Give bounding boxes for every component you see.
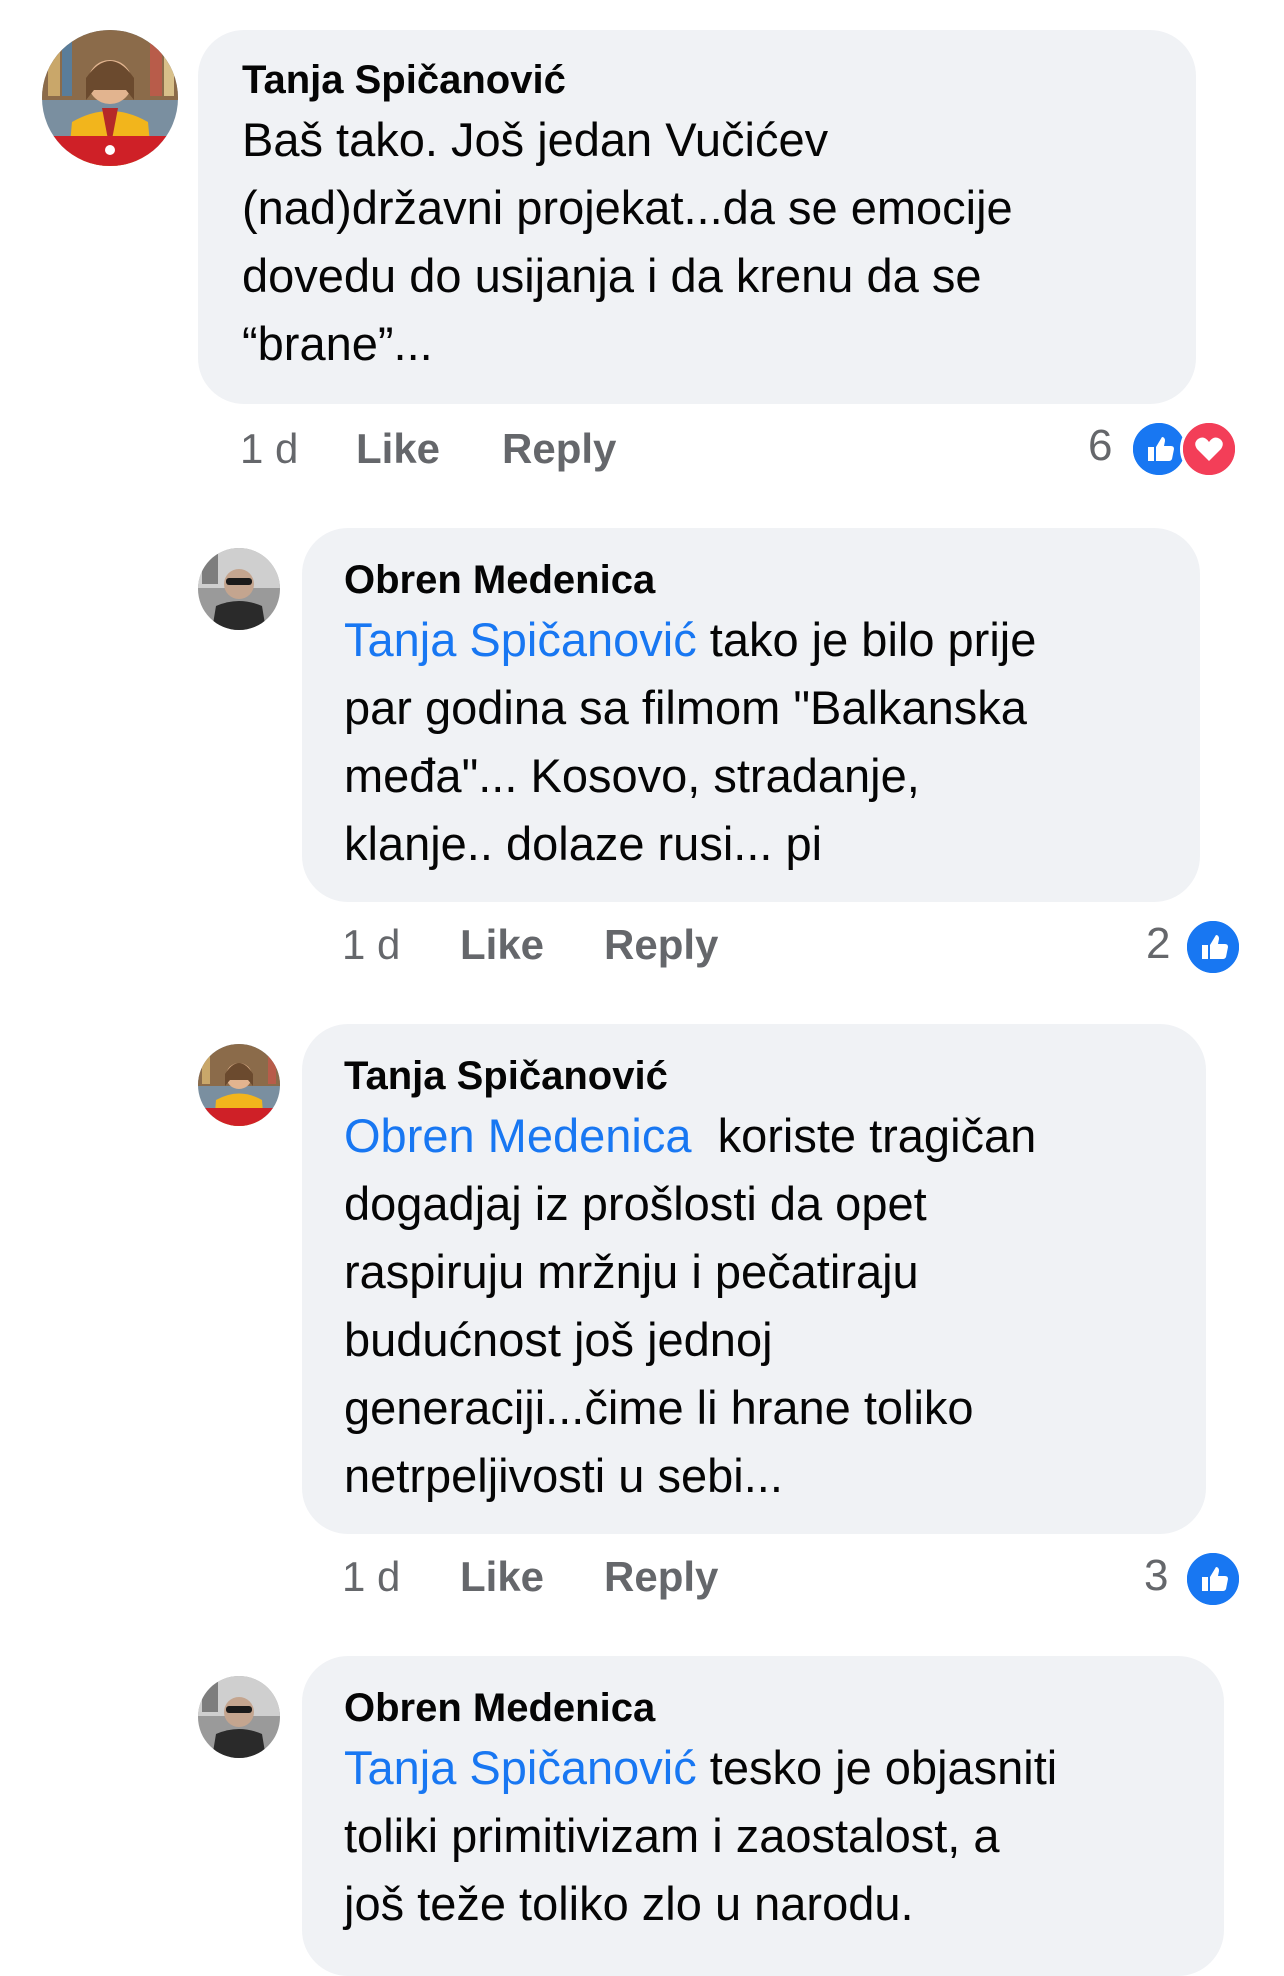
comment-text: Baš tako. Još jedan Vučićev (nad)državni… xyxy=(242,106,1196,378)
comment-bubble: Tanja Spičanović Obren Medenica koriste … xyxy=(302,1024,1206,1534)
comment-actions: 1 d Like Reply xyxy=(342,920,1042,970)
comment-timestamp[interactable]: 1 d xyxy=(240,424,298,474)
like-icon xyxy=(1184,1550,1242,1608)
comment-line: Tanja Spičanović tesko je objasniti xyxy=(344,1734,1224,1802)
like-button[interactable]: Like xyxy=(460,1552,544,1602)
reactions-summary[interactable]: 6 xyxy=(1086,418,1246,478)
mention-link[interactable]: Obren Medenica xyxy=(344,1109,691,1162)
comment-timestamp[interactable]: 1 d xyxy=(342,1552,400,1602)
comment-author[interactable]: Tanja Spičanović xyxy=(344,1052,1206,1100)
comment-line: Obren Medenica koriste tragičan xyxy=(344,1102,1206,1170)
comment-timestamp[interactable]: 1 d xyxy=(342,920,400,970)
mention-link[interactable]: Tanja Spičanović xyxy=(344,1741,697,1794)
comment-line-rest: tesko je objasniti xyxy=(696,1741,1058,1794)
comment-text: Tanja Spičanović tesko je objasniti toli… xyxy=(344,1734,1224,1938)
comment-line: par godina sa filmom "Balkanska xyxy=(344,681,1027,734)
comment-author[interactable]: Obren Medenica xyxy=(344,1684,1224,1732)
comment-text: Tanja Spičanović tako je bilo prije par … xyxy=(344,606,1200,878)
comment-line: generaciji...čime li hrane toliko xyxy=(344,1381,974,1434)
reply-button[interactable]: Reply xyxy=(604,920,718,970)
avatar[interactable] xyxy=(198,1044,280,1126)
comment-text: Obren Medenica koriste tragičan dogadjaj… xyxy=(344,1102,1206,1510)
comment-bubble: Obren Medenica Tanja Spičanović tesko je… xyxy=(302,1656,1224,1976)
comment-author[interactable]: Obren Medenica xyxy=(344,556,1200,604)
comment-line: dogadjaj iz prošlosti da opet xyxy=(344,1177,927,1230)
comment-line: klanje.. dolaze rusi... pi xyxy=(344,817,823,870)
reactions-summary[interactable]: 3 xyxy=(1140,1548,1250,1608)
comment-line: Tanja Spičanović tako je bilo prije xyxy=(344,606,1200,674)
comment-author[interactable]: Tanja Spičanović xyxy=(242,56,1196,104)
reaction-count: 3 xyxy=(1144,1551,1169,1600)
comment-actions: 1 d Like Reply xyxy=(342,1552,1042,1602)
mention-link[interactable]: Tanja Spičanović xyxy=(344,613,697,666)
comment-line: Baš tako. Još jedan Vučićev xyxy=(242,113,829,166)
like-icon xyxy=(1184,918,1242,976)
reply-button[interactable]: Reply xyxy=(604,1552,718,1602)
comment-line: još teže toliko zlo u narodu. xyxy=(344,1877,914,1930)
comment-line: toliki primitivizam i zaostalost, a xyxy=(344,1809,1000,1862)
comment-bubble: Tanja Spičanović Baš tako. Još jedan Vuč… xyxy=(198,30,1196,404)
reply-button[interactable]: Reply xyxy=(502,424,616,474)
comment-actions: 1 d Like Reply xyxy=(240,424,940,474)
like-button[interactable]: Like xyxy=(460,920,544,970)
comment-line: međa"... Kosovo, stradanje, xyxy=(344,749,920,802)
comment-line-rest: tako je bilo prije xyxy=(696,613,1037,666)
reaction-count: 6 xyxy=(1088,421,1113,470)
comment-line: raspiruju mržnju i pečatiraju xyxy=(344,1245,919,1298)
comment-bubble: Obren Medenica Tanja Spičanović tako je … xyxy=(302,528,1200,902)
avatar[interactable] xyxy=(198,1676,280,1758)
comment-line: netrpeljivosti u sebi... xyxy=(344,1449,783,1502)
reactions-summary[interactable]: 2 xyxy=(1140,916,1250,976)
comment-line: “brane”... xyxy=(242,317,433,370)
comment-line: dovedu do usijanja i da krenu da se xyxy=(242,249,982,302)
love-icon xyxy=(1180,420,1238,478)
avatar[interactable] xyxy=(198,548,280,630)
comment-line: (nad)državni projekat...da se emocije xyxy=(242,181,1013,234)
like-button[interactable]: Like xyxy=(356,424,440,474)
comment-line: budućnost još jednoj xyxy=(344,1313,773,1366)
reaction-count: 2 xyxy=(1146,919,1171,968)
comment-line-rest: koriste tragičan xyxy=(691,1109,1037,1162)
avatar[interactable] xyxy=(42,30,178,166)
